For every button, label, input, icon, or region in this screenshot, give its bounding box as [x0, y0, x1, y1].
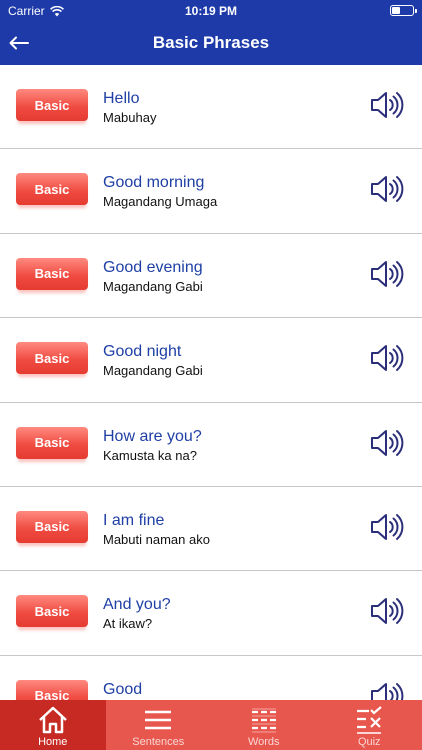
phrase-filipino: Mabuhay: [103, 110, 157, 125]
tab-bar: Home Sentences Words Quiz: [0, 700, 422, 750]
phrase-row[interactable]: Basic I am fine Mabuti naman ako: [0, 487, 422, 572]
phrase-english: Good morning: [103, 174, 205, 192]
grid-icon: [251, 708, 276, 733]
tab-quiz[interactable]: Quiz: [317, 700, 422, 750]
category-tag-button[interactable]: Basic: [16, 595, 88, 628]
speaker-icon[interactable]: [370, 342, 404, 374]
phrase-filipino: Kamusta ka na?: [103, 447, 197, 463]
tab-words-label: Words: [247, 736, 280, 748]
phrase-filipino: Mabuti naman ako: [103, 531, 210, 547]
phrase-text: Good evening Magandang Gabi: [103, 258, 203, 295]
speaker-icon[interactable]: [370, 511, 404, 543]
tab-sentences[interactable]: Sentences: [106, 700, 212, 750]
phrase-row[interactable]: Basic Good evening Magandang Gabi: [0, 234, 422, 319]
phrase-row[interactable]: Basic Good morning Magandang Umaga: [0, 149, 422, 234]
phrase-filipino: Magandang Gabi: [103, 278, 203, 294]
speaker-icon[interactable]: [370, 89, 404, 121]
menu-icon: [145, 710, 172, 730]
phrase-english: Good night: [103, 343, 182, 361]
battery-icon: [390, 5, 417, 16]
phrase-text: Good night Magandang Gabi: [103, 342, 203, 379]
category-tag-button[interactable]: Basic: [16, 89, 88, 121]
phrase-text: How are you? Kamusta ka na?: [103, 427, 202, 464]
status-bar: Carrier 10:19 PM: [0, 0, 422, 22]
category-tag-button[interactable]: Basic: [16, 342, 88, 375]
category-tag-button[interactable]: Basic: [16, 173, 88, 206]
phrase-text: And you? At ikaw?: [103, 595, 171, 632]
speaker-icon[interactable]: [370, 173, 404, 205]
phrase-english: And you?: [103, 596, 171, 614]
phrase-english: Good evening: [103, 258, 203, 276]
phrase-list[interactable]: Basic Hello Mabuhay Basic Good morning M…: [0, 65, 422, 700]
phrase-row[interactable]: Basic Good: [0, 656, 422, 700]
phrase-text: I am fine Mabuti naman ako: [103, 511, 210, 548]
tab-words[interactable]: Words: [211, 700, 317, 750]
checklist-icon: [357, 706, 382, 734]
phrase-english: Hello: [103, 90, 140, 107]
speaker-icon[interactable]: [370, 258, 404, 290]
navigation-bar: Basic Phrases: [0, 22, 422, 65]
status-time: 10:19 PM: [184, 4, 238, 18]
phrase-filipino: At ikaw?: [103, 616, 153, 632]
category-tag-button[interactable]: Basic: [16, 426, 88, 459]
speaker-icon[interactable]: [370, 427, 404, 459]
phrase-english: I am fine: [103, 511, 165, 529]
phrase-row[interactable]: Basic How are you? Kamusta ka na?: [0, 403, 422, 487]
tab-quiz-label: Quiz: [357, 736, 381, 748]
home-icon: [38, 706, 67, 734]
speaker-icon[interactable]: [370, 595, 404, 627]
speaker-icon[interactable]: [370, 680, 404, 700]
phrase-english: Good: [103, 680, 143, 698]
phrase-row[interactable]: Basic Hello Mabuhay: [0, 65, 422, 150]
phrase-row[interactable]: Basic Good night Magandang Gabi: [0, 318, 422, 403]
phrase-row[interactable]: Basic And you? At ikaw?: [0, 571, 422, 656]
phrase-text: Good morning Magandang Umaga: [103, 173, 217, 210]
tab-home[interactable]: Home: [0, 700, 106, 750]
tab-sentences-label: Sentences: [132, 736, 185, 748]
phrase-text: Good: [103, 680, 142, 700]
page-title: Basic Phrases: [152, 33, 270, 52]
phrase-filipino: Magandang Gabi: [103, 363, 203, 379]
phrase-english: How are you?: [103, 427, 202, 445]
phrase-filipino: Magandang Umaga: [103, 194, 218, 210]
category-tag-button[interactable]: Basic: [16, 679, 88, 700]
tab-home-label: Home: [38, 736, 68, 748]
phrase-text: Hello Mabuhay: [103, 89, 156, 126]
category-tag-button[interactable]: Basic: [16, 257, 88, 290]
category-tag-button[interactable]: Basic: [16, 510, 88, 543]
